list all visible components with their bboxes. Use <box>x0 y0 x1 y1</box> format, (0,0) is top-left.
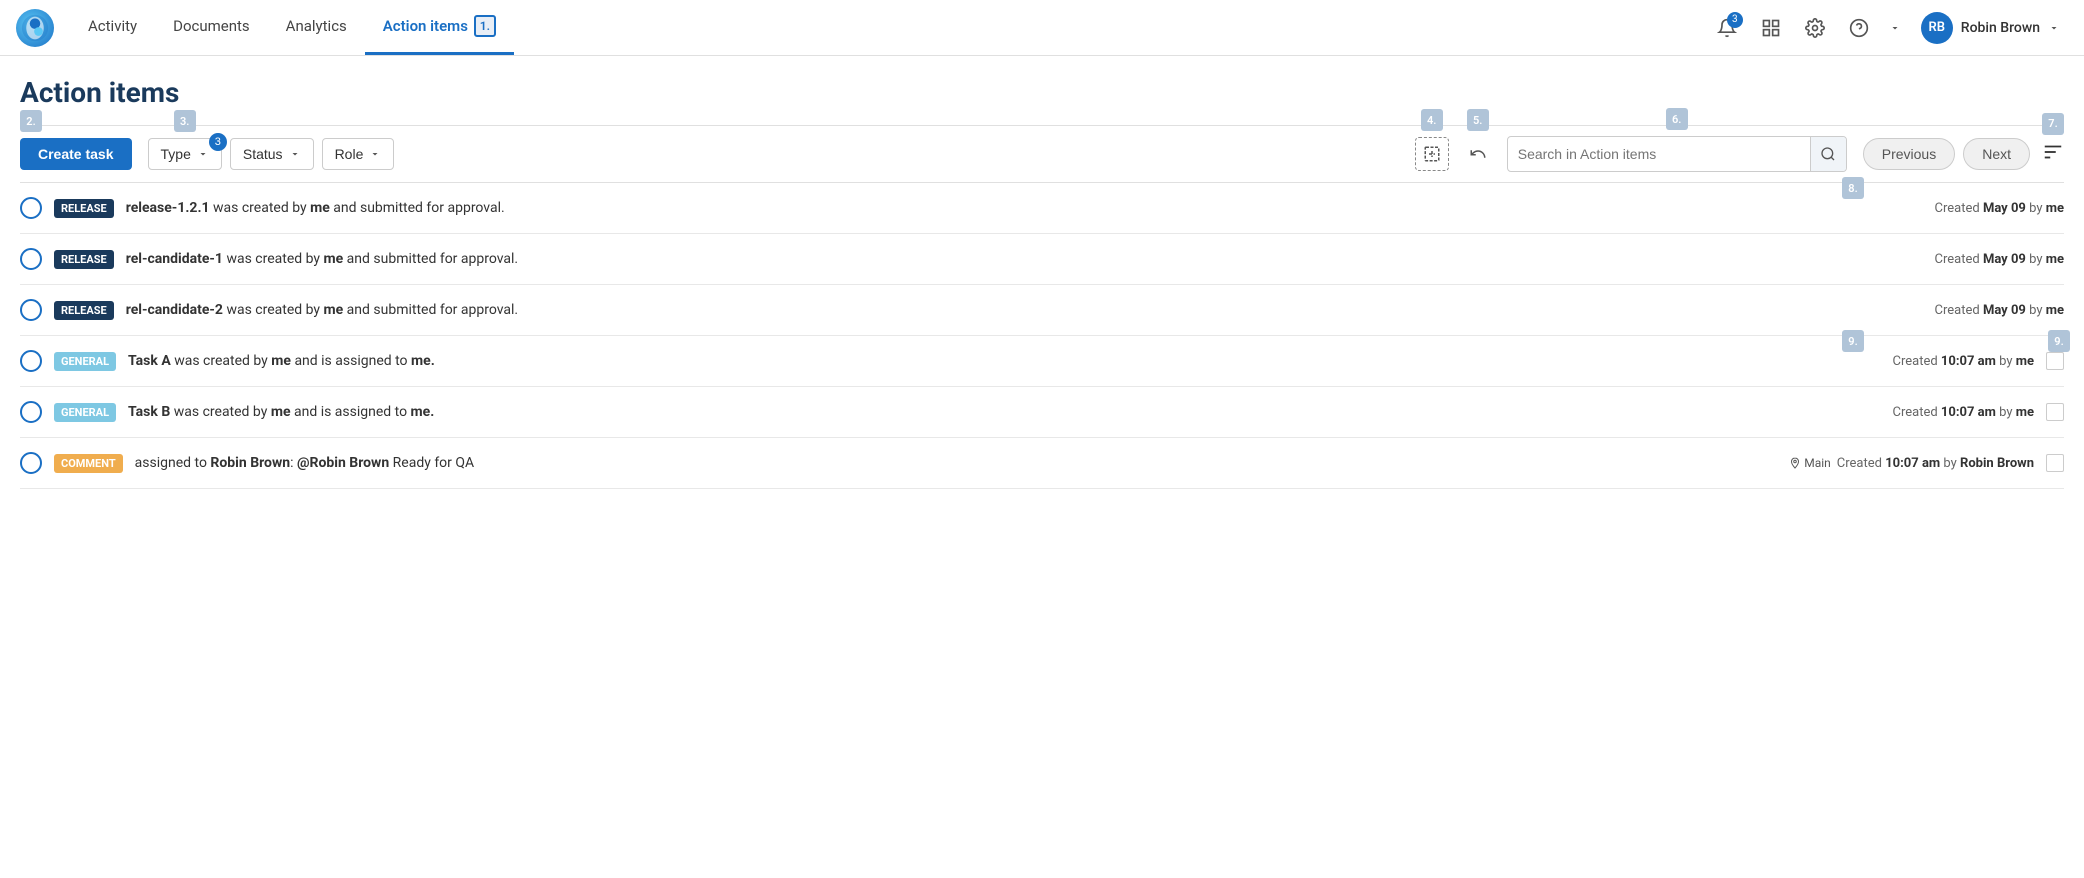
item-text: release-1.2.1 was created by me and subm… <box>126 200 1923 216</box>
item-checkbox[interactable] <box>2046 454 2064 472</box>
table-row: RELEASE rel-candidate-2 was created by me… <box>20 285 2064 336</box>
item-checkbox[interactable] <box>2046 403 2064 421</box>
previous-button[interactable]: Previous <box>1863 138 1955 170</box>
type-badge: COMMENT <box>54 454 123 473</box>
avatar: RB <box>1921 12 1953 44</box>
tab-activity[interactable]: Activity <box>70 0 155 55</box>
chevron-down-icon <box>289 148 301 160</box>
annotation-5: 5. <box>1467 109 1489 131</box>
type-filter-badge: 3 <box>209 133 227 151</box>
main-tag: Main <box>1789 456 1831 470</box>
table-row: RELEASE release-1.2.1 was created by me a… <box>20 183 2064 234</box>
meta-text: Created 10:07 am by me <box>1893 354 2035 369</box>
chevron-down-icon <box>2048 22 2060 34</box>
user-menu[interactable]: RB Robin Brown <box>1913 8 2068 48</box>
search-input[interactable] <box>1508 139 1810 169</box>
annotation-4: 4. <box>1421 109 1443 131</box>
chevron-down-icon <box>369 148 381 160</box>
item-meta: Created May 09 by me <box>1935 303 2064 318</box>
type-badge: GENERAL <box>54 352 116 371</box>
table-row: RELEASE rel-candidate-1 was created by me… <box>20 234 2064 285</box>
type-badge: RELEASE <box>54 301 114 320</box>
annotation-9: 9. <box>2048 330 2070 352</box>
gear-icon-button[interactable] <box>1797 10 1833 46</box>
item-circle[interactable] <box>20 401 42 423</box>
help-dropdown-button[interactable] <box>1885 10 1905 46</box>
grid-icon-button[interactable] <box>1753 10 1789 46</box>
action-items-badge: 1. <box>474 15 496 37</box>
notifications-button[interactable]: 3 <box>1709 10 1745 46</box>
notification-count: 3 <box>1727 12 1743 28</box>
table-row: GENERAL Task B was created by me and is a… <box>20 387 2064 438</box>
toolbar: 2. Create task 3. Type 3 Status Role 4. <box>20 125 2064 183</box>
help-icon-button[interactable] <box>1841 10 1877 46</box>
table-row: GENERAL Task A was created by me and is a… <box>20 336 2064 387</box>
meta-text: Created 10:07 am by me <box>1893 405 2035 420</box>
chevron-down-icon <box>197 148 209 160</box>
tab-documents[interactable]: Documents <box>155 0 268 55</box>
item-meta: Created 10:07 am by me <box>1893 405 2035 420</box>
annotation-8: 8. <box>1842 177 1864 199</box>
undo-button[interactable] <box>1461 137 1495 171</box>
sort-button[interactable] <box>2042 141 2064 168</box>
annotation-9: 9. <box>1842 330 1864 352</box>
table-row: COMMENT assigned to Robin Brown: @Robin … <box>20 438 2064 489</box>
top-nav: Activity Documents Analytics Action item… <box>0 0 2084 56</box>
item-text: rel-candidate-1 was created by me and su… <box>126 251 1923 267</box>
item-circle[interactable] <box>20 197 42 219</box>
type-badge: RELEASE <box>54 199 114 218</box>
meta-text: Created May 09 by me <box>1935 252 2064 267</box>
item-text: assigned to Robin Brown: @Robin Brown Re… <box>135 455 1778 471</box>
item-text: Task A was created by me and is assigned… <box>128 353 1880 369</box>
items-list: RELEASE release-1.2.1 was created by me a… <box>20 183 2064 489</box>
tab-analytics[interactable]: Analytics <box>268 0 365 55</box>
add-selection-button[interactable] <box>1415 137 1449 171</box>
annotation-3: 3. <box>174 110 196 132</box>
item-circle[interactable] <box>20 452 42 474</box>
meta-text: Created May 09 by me <box>1935 201 2064 216</box>
item-text: Task B was created by me and is assigned… <box>128 404 1880 420</box>
status-filter-button[interactable]: Status <box>230 138 314 170</box>
user-name: Robin Brown <box>1961 20 2040 36</box>
logo[interactable] <box>16 9 54 47</box>
next-button[interactable]: Next <box>1963 138 2030 170</box>
tab-action-items[interactable]: Action items 1. <box>365 0 514 55</box>
page-title: Action items <box>20 76 2064 109</box>
item-meta: Created May 09 by me <box>1935 201 2064 216</box>
item-meta: Main Created 10:07 am by Robin Brown <box>1789 456 2034 471</box>
item-text: rel-candidate-2 was created by me and su… <box>126 302 1923 318</box>
item-circle[interactable] <box>20 350 42 372</box>
type-badge: GENERAL <box>54 403 116 422</box>
annotation-7: 7. <box>2042 113 2064 135</box>
item-meta: Created 10:07 am by me <box>1893 354 2035 369</box>
item-circle[interactable] <box>20 248 42 270</box>
annotation-2: 2. <box>20 110 42 132</box>
annotation-6: 6. <box>1666 108 1688 130</box>
item-checkbox[interactable] <box>2046 352 2064 370</box>
search-button[interactable] <box>1810 137 1846 171</box>
nav-tabs: Activity Documents Analytics Action item… <box>70 0 514 55</box>
item-circle[interactable] <box>20 299 42 321</box>
search-wrap <box>1507 136 1847 172</box>
create-task-button[interactable]: Create task <box>20 138 132 170</box>
role-filter-button[interactable]: Role <box>322 138 395 170</box>
item-meta: Created May 09 by me <box>1935 252 2064 267</box>
meta-text: Created 10:07 am by Robin Brown <box>1837 456 2034 471</box>
type-badge: RELEASE <box>54 250 114 269</box>
meta-text: Created May 09 by me <box>1935 303 2064 318</box>
type-filter-button[interactable]: Type 3 <box>148 138 222 170</box>
nav-right: 3 RB Robin <box>1709 8 2068 48</box>
page-body: Action items 2. Create task 3. Type 3 St… <box>0 56 2084 489</box>
